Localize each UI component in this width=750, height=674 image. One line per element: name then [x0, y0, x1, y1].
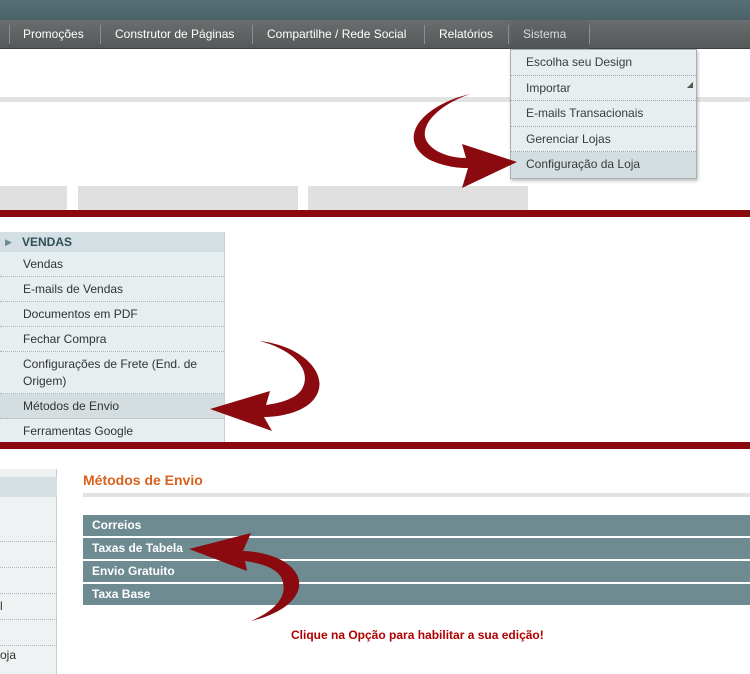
curved-arrow-icon — [413, 94, 517, 188]
nav-separator — [589, 25, 590, 44]
collapsed-sidebar — [0, 469, 57, 674]
sidebar-item-fechar-compra[interactable]: Fechar Compra — [0, 327, 224, 352]
nav-item-construtor-paginas[interactable]: Construtor de Páginas — [103, 20, 246, 49]
top-strip — [0, 0, 750, 20]
menu-item-gerenciar-lojas[interactable]: Gerenciar Lojas — [511, 127, 696, 153]
sidebar-item-emails-vendas[interactable]: E-mails de Vendas — [0, 277, 224, 302]
sidebar-item-ferramentas-google[interactable]: Ferramentas Google — [0, 419, 224, 442]
sidebar-item-configuracoes-frete[interactable]: Configurações de Frete (End. de Origem) — [0, 352, 224, 394]
submenu-corner-icon: ◢ — [686, 80, 693, 90]
title-underline — [83, 493, 750, 497]
main-navbar: Promoções Construtor de Páginas Comparti… — [0, 20, 750, 49]
nav-item-compartilhe[interactable]: Compartilhe / Rede Social — [255, 20, 418, 49]
nav-separator — [252, 25, 253, 44]
nav-separator — [424, 25, 425, 44]
nav-separator — [100, 25, 101, 44]
sidebar-row-divider — [0, 593, 57, 594]
nav-separator — [9, 25, 10, 44]
menu-item-importar[interactable]: Importar ◢ — [511, 76, 696, 102]
section-correios[interactable]: Correios — [83, 515, 750, 536]
sidebar-item-documentos-pdf[interactable]: Documentos em PDF — [0, 302, 224, 327]
nav-separator — [508, 25, 509, 44]
admin-header-panel: Promoções Construtor de Páginas Comparti… — [0, 0, 750, 210]
collapsed-sidebar-header — [0, 477, 57, 497]
sidebar-row-divider — [0, 645, 57, 646]
section-envio-gratuito[interactable]: Envio Gratuito — [83, 561, 750, 582]
step-tab — [0, 186, 67, 210]
sidebar-row-divider — [0, 567, 57, 568]
step-tab — [308, 186, 528, 210]
menu-item-escolha-design[interactable]: Escolha seu Design — [511, 50, 696, 76]
sistema-dropdown-menu: Escolha seu Design Importar ◢ E-mails Tr… — [510, 49, 697, 179]
sidebar-row-divider — [0, 619, 57, 620]
step-tab — [78, 186, 298, 210]
section-divider — [0, 442, 750, 449]
sidebar-row-divider — [0, 541, 57, 542]
menu-item-emails-transacionais[interactable]: E-mails Transacionais — [511, 101, 696, 127]
shipping-methods-panel: l oja Métodos de Envio Correios Taxas de… — [0, 449, 750, 674]
clipped-sidebar-text: oja — [0, 648, 17, 662]
sidebar-group-vendas[interactable]: ▶ VENDAS — [0, 232, 224, 252]
section-divider — [0, 210, 750, 217]
menu-item-configuracao-loja[interactable]: Configuração da Loja — [511, 152, 696, 178]
instruction-text: Clique na Opção para habilitar a sua edi… — [291, 628, 544, 642]
menu-item-label: Importar — [526, 80, 571, 95]
config-sidebar: ▶ VENDAS Vendas E-mails de Vendas Docume… — [0, 232, 225, 442]
sidebar-item-metodos-envio[interactable]: Métodos de Envio — [0, 394, 224, 419]
nav-item-sistema[interactable]: Sistema — [511, 20, 589, 49]
expand-triangle-icon: ▶ — [5, 237, 12, 247]
nav-item-relatorios[interactable]: Relatórios — [427, 20, 505, 49]
page-title: Métodos de Envio — [83, 472, 203, 488]
nav-item-promocoes[interactable]: Promoções — [11, 20, 96, 49]
section-taxa-base[interactable]: Taxa Base — [83, 584, 750, 605]
sidebar-group-label: VENDAS — [22, 235, 73, 249]
sidebar-item-vendas[interactable]: Vendas — [0, 252, 224, 277]
curved-arrow-icon — [210, 341, 320, 431]
clipped-sidebar-text: l — [0, 599, 3, 613]
section-taxas-tabela[interactable]: Taxas de Tabela — [83, 538, 750, 559]
config-sidebar-panel: ▶ VENDAS Vendas E-mails de Vendas Docume… — [0, 217, 750, 442]
